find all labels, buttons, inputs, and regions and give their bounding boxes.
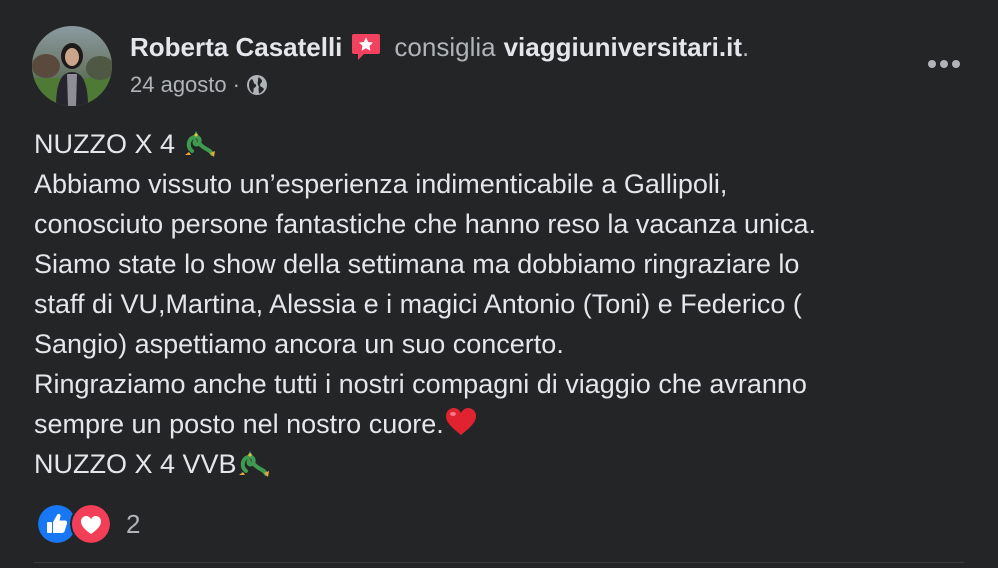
post-line: sempre un posto nel nostro cuore. [34,404,954,444]
post-line: conosciuto persone fantastiche che hanno… [34,209,817,239]
reactions-summary[interactable]: 2 [36,503,141,545]
post-line: staff di VU,Martina, Alessia e i magici … [34,289,802,319]
post-text: NUZZO X 4 Abbiamo vissuto un’esperienza … [34,124,954,484]
title-period: . [741,32,750,62]
post-line: Ringraziamo anche tutti i nostri compagn… [34,369,807,399]
reaction-count: 2 [126,508,141,539]
post-title-line: Roberta Casatelli consiglia viaggiuniver… [130,30,906,64]
post-date[interactable]: 24 agosto [130,70,227,100]
post-line-text: NUZZO X 4 [34,129,183,159]
avatar[interactable] [32,26,112,106]
divider [34,562,964,563]
red-heart-emoji [444,405,478,439]
author-name[interactable]: Roberta Casatelli [130,30,342,64]
post-line: NUZZO X 4 VVB [34,444,954,484]
more-options-icon [928,60,960,68]
globe-icon[interactable] [246,74,268,96]
dragon-emoji [183,125,217,159]
recommend-star-icon [350,31,382,63]
post-header: Roberta Casatelli consiglia viaggiuniver… [32,26,966,106]
more-options-button[interactable] [922,44,966,84]
header-text: Roberta Casatelli consiglia viaggiuniver… [130,30,906,100]
post-card: Roberta Casatelli consiglia viaggiuniver… [0,0,998,568]
love-icon [70,503,112,545]
post-line-text: NUZZO X 4 VVB [34,449,237,479]
post-meta: 24 agosto · [130,70,906,100]
post-line: Sangio) aspettiamo ancora un suo concert… [34,329,564,359]
recommend-verb: consiglia [394,32,496,62]
meta-separator: · [232,72,240,97]
post-line: Siamo state lo show della settimana ma d… [34,249,800,279]
dragon-emoji [237,445,271,479]
post-line: Abbiamo vissuto un’esperienza indimentic… [34,169,728,199]
post-line: NUZZO X 4 [34,124,954,164]
post-line-text: sempre un posto nel nostro cuore. [34,409,444,439]
page-name-link[interactable]: viaggiuniversitari.it [504,30,742,64]
